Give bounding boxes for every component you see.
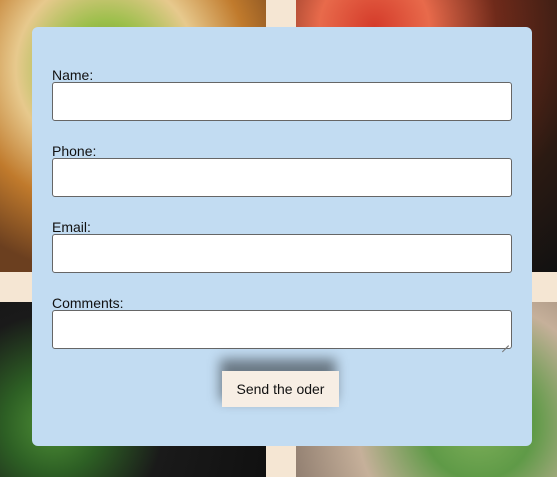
email-input[interactable] [52, 234, 512, 273]
order-form: Name: Phone: Email: Comments: Send the o… [32, 27, 532, 446]
comments-textarea[interactable] [52, 310, 512, 349]
phone-input[interactable] [52, 158, 512, 197]
send-order-button[interactable]: Send the oder [222, 371, 339, 407]
comments-label: Comments: [52, 295, 124, 311]
email-label: Email: [52, 219, 91, 235]
name-label: Name: [52, 67, 94, 83]
name-input[interactable] [52, 82, 512, 121]
resize-handle-icon[interactable] [501, 338, 509, 346]
phone-label: Phone: [52, 143, 97, 159]
